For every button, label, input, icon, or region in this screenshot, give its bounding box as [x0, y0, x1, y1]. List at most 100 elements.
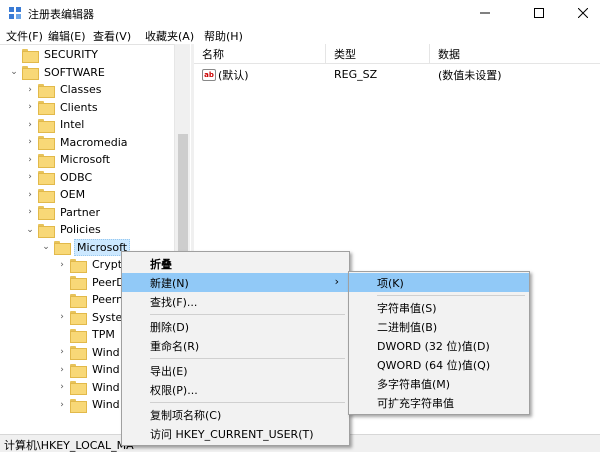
status-path: 计算机\HKEY_LOCAL_MA [4, 439, 134, 452]
menu-goto-hkcu[interactable]: 访问 HKEY_CURRENT_USER(T) [122, 424, 349, 443]
folder-icon [38, 223, 55, 238]
tree-item-label: Microsoft [60, 153, 111, 166]
value-data: (数值未设置) [438, 68, 502, 82]
tree-item-label: TPM [92, 328, 115, 341]
menu-separator [150, 314, 345, 315]
collapsed-chevron-icon[interactable]: › [24, 84, 36, 96]
menu-rename[interactable]: 重命名(R) [122, 336, 349, 355]
tree-item[interactable]: › OEM [24, 186, 87, 203]
expanded-chevron-icon[interactable]: ⌄ [8, 66, 20, 78]
expander-placeholder [56, 276, 68, 288]
tree-item-label: Wind [92, 398, 120, 411]
menu-file[interactable]: 文件(F) [6, 28, 43, 44]
menu-copy-key-name[interactable]: 复制项名称(C) [122, 405, 349, 424]
close-icon [578, 8, 588, 18]
submenu-key[interactable]: 项(K) [349, 273, 529, 292]
tree-item[interactable]: › Intel [24, 116, 86, 133]
submenu-qword-value[interactable]: QWORD (64 位)值(Q) [349, 355, 529, 374]
submenu-multi-string-value[interactable]: 多字符串值(M) [349, 374, 529, 393]
expander-placeholder [56, 294, 68, 306]
maximize-button[interactable] [516, 0, 562, 26]
menu-new-label: 新建(N) [150, 276, 189, 290]
submenu-expandable-string-value[interactable]: 可扩充字符串值 [349, 393, 529, 412]
tree-item[interactable]: › Syste [56, 309, 124, 326]
menu-find[interactable]: 查找(F)... [122, 292, 349, 311]
folder-icon [70, 258, 87, 273]
menu-bar: 文件(F) 编辑(E) 查看(V) 收藏夹(A) 帮助(H) [0, 26, 600, 44]
collapsed-chevron-icon[interactable]: › [24, 206, 36, 218]
collapsed-chevron-icon[interactable]: › [24, 154, 36, 166]
tree-item[interactable]: Peern [56, 291, 125, 308]
tree-item[interactable]: › Macromedia [24, 134, 130, 151]
tree-item[interactable]: › Microsoft [24, 151, 112, 168]
minimize-button[interactable] [462, 0, 508, 26]
tree-item[interactable]: › Wind [56, 379, 122, 396]
column-header-type[interactable]: 类型 [326, 44, 430, 64]
folder-icon [70, 276, 87, 290]
submenu-dword-value[interactable]: DWORD (32 位)值(D) [349, 336, 529, 355]
tree-item[interactable]: › Wind [56, 396, 122, 413]
tree-item[interactable]: › ODBC [24, 169, 94, 186]
expanded-chevron-icon[interactable]: ⌄ [40, 241, 52, 253]
collapsed-chevron-icon[interactable]: › [56, 381, 68, 393]
tree-item[interactable]: PeerD [56, 274, 127, 291]
menu-collapse[interactable]: 折叠 [122, 254, 349, 273]
value-name-cell[interactable]: ab (默认) [202, 66, 249, 83]
tree-item[interactable]: › Classes [24, 81, 103, 98]
submenu-string-value[interactable]: 字符串值(S) [349, 298, 529, 317]
folder-icon [38, 206, 55, 220]
tree-item-label: Intel [60, 118, 85, 131]
tree-item[interactable]: ⌄ Policies [24, 221, 103, 238]
menu-favorites[interactable]: 收藏夹(A) [145, 28, 194, 44]
tree-item-label: Wind [92, 345, 120, 359]
folder-icon [38, 101, 55, 115]
tree-item[interactable]: › Wind [56, 344, 122, 361]
collapsed-chevron-icon[interactable]: › [24, 171, 36, 183]
maximize-icon [534, 8, 544, 18]
menu-delete[interactable]: 删除(D) [122, 317, 349, 336]
folder-icon [22, 48, 39, 63]
collapsed-chevron-icon[interactable]: › [56, 259, 68, 271]
submenu-binary-value[interactable]: 二进制值(B) [349, 317, 529, 336]
menu-edit[interactable]: 编辑(E) [48, 28, 86, 44]
folder-icon [70, 328, 87, 343]
menu-new[interactable]: 新建(N) › [122, 273, 349, 292]
folder-icon [22, 66, 39, 80]
folder-icon [70, 398, 87, 413]
tree-item[interactable]: › Crypt [56, 256, 124, 273]
menu-export[interactable]: 导出(E) [122, 361, 349, 380]
collapsed-chevron-icon[interactable]: › [24, 119, 36, 131]
collapsed-chevron-icon[interactable]: › [56, 311, 68, 323]
tree-item[interactable]: ⌄ SOFTWARE [8, 64, 107, 81]
close-button[interactable] [560, 0, 600, 26]
folder-icon [70, 363, 87, 378]
menu-permissions[interactable]: 权限(P)... [122, 380, 349, 399]
folder-icon [38, 136, 55, 150]
menu-help[interactable]: 帮助(H) [204, 28, 243, 44]
menu-separator [377, 295, 525, 296]
tree-item[interactable]: ⌄ Microsoft [40, 238, 131, 256]
expanded-chevron-icon[interactable]: ⌄ [24, 224, 36, 236]
tree-item[interactable]: › Partner [24, 204, 102, 221]
collapsed-chevron-icon[interactable]: › [56, 364, 68, 376]
tree-item-label: SOFTWARE [44, 65, 105, 79]
column-header-data[interactable]: 数据 [430, 44, 600, 64]
column-header-name[interactable]: 名称 [194, 44, 326, 64]
context-menu: 折叠 新建(N) › 查找(F)... 删除(D) 重命名(R) 导出(E) 权… [121, 251, 350, 446]
tree-item[interactable]: › Clients [24, 99, 100, 116]
tree-item[interactable]: TPM [56, 326, 117, 343]
tree-item[interactable]: › Wind [56, 361, 122, 378]
expander-placeholder [8, 49, 20, 61]
menu-view[interactable]: 查看(V) [93, 28, 131, 44]
collapsed-chevron-icon[interactable]: › [24, 189, 36, 201]
new-submenu: 项(K) 字符串值(S) 二进制值(B) DWORD (32 位)值(D) QW… [348, 271, 530, 415]
tree-item[interactable]: SECURITY [8, 46, 100, 63]
collapsed-chevron-icon[interactable]: › [24, 136, 36, 148]
folder-icon [70, 293, 87, 308]
collapsed-chevron-icon[interactable]: › [56, 399, 68, 411]
menu-separator [150, 402, 345, 403]
collapsed-chevron-icon[interactable]: › [56, 346, 68, 358]
folder-icon [38, 118, 55, 133]
tree-item-label: Policies [60, 223, 101, 236]
collapsed-chevron-icon[interactable]: › [24, 101, 36, 113]
